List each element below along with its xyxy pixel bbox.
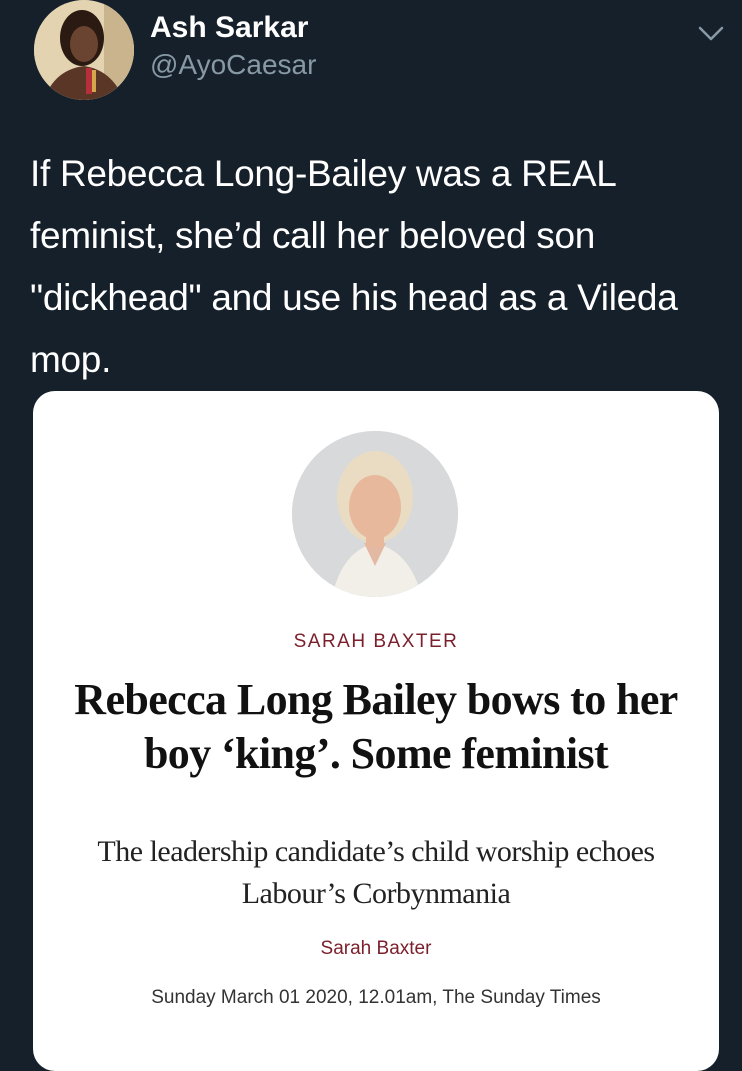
article-author-link[interactable]: Sarah Baxter bbox=[33, 938, 719, 960]
author-photo bbox=[292, 431, 458, 597]
author-handle[interactable]: @AyoCaesar bbox=[150, 48, 316, 82]
article-card[interactable]: SARAH BAXTER Rebecca Long Bailey bows to… bbox=[33, 391, 719, 1071]
article-subheadline: The leadership candidate’s child worship… bbox=[97, 835, 655, 910]
chevron-down-icon[interactable] bbox=[694, 16, 728, 50]
article-headline[interactable]: Rebecca Long Bailey bows to her boy ‘kin… bbox=[43, 673, 709, 781]
author-name[interactable]: Ash Sarkar bbox=[150, 10, 308, 46]
article-dateline: Sunday March 01 2020, 12.01am, The Sunda… bbox=[151, 987, 601, 1008]
article-byline: SARAH BAXTER bbox=[293, 631, 459, 652]
tweet-text: If Rebecca Long-Bailey was a REAL femini… bbox=[30, 153, 678, 380]
avatar[interactable] bbox=[34, 0, 134, 100]
